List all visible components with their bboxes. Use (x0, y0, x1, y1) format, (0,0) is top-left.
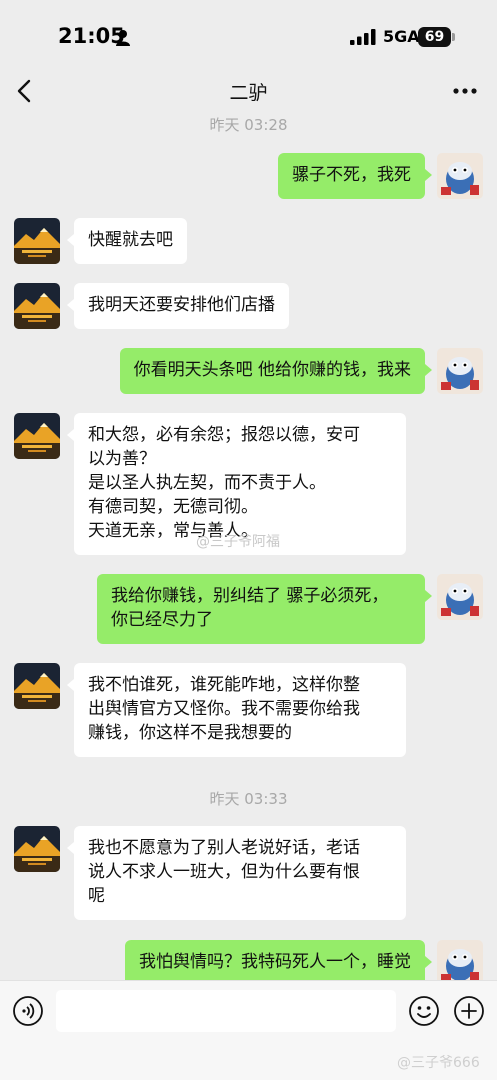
chevron-left-icon[interactable] (14, 78, 36, 104)
self-avatar-image (437, 574, 483, 620)
more-dots-icon[interactable] (452, 78, 478, 104)
incoming-message[interactable]: 我明天还要安排他们店播 (67, 283, 289, 329)
self-avatar[interactable] (437, 153, 483, 199)
incoming-message[interactable]: 我也不愿意为了别人老说好话，老话 说人不求人一班大，但为什么要有恨 呢 (67, 826, 406, 920)
contact-avatar-image (14, 663, 60, 709)
self-avatar[interactable] (437, 574, 483, 620)
contact-avatar-image (14, 413, 60, 459)
contact-avatar[interactable] (14, 283, 60, 329)
battery-icon: 69 (418, 27, 451, 47)
message-timestamp: 昨天 03:33 (209, 790, 288, 808)
contact-avatar-image (14, 826, 60, 872)
outgoing-message[interactable]: 我给你赚钱，别纠结了 骡子必须死， 你已经尽力了 (97, 574, 432, 644)
self-avatar-image (437, 348, 483, 394)
outgoing-message[interactable]: 你看明天头条吧 他给你赚的钱，我来 (119, 348, 433, 394)
chat-title: 二驴 (229, 82, 268, 104)
status-bar: 21:05 5GA 69 (0, 0, 497, 70)
watermark: @三子爷666 (397, 1055, 480, 1071)
emoji-icon[interactable] (408, 995, 440, 1027)
outgoing-message[interactable]: 我怕舆情吗？我特码死人一个，睡觉 (125, 940, 432, 980)
network-label: 5GA (383, 27, 420, 46)
self-avatar-image (437, 153, 483, 199)
incoming-message[interactable]: 快醒就去吧 (67, 218, 187, 264)
contact-avatar[interactable] (14, 413, 60, 459)
nav-bar: 二驴 (0, 70, 497, 114)
incoming-message[interactable]: 我不怕谁死，谁死能咋地，这样你整 出舆情官方又怪你。我不需要你给我 赚钱，你这样… (67, 663, 406, 757)
voice-icon[interactable] (12, 995, 44, 1027)
contact-avatar[interactable] (14, 663, 60, 709)
person-icon (116, 30, 130, 46)
self-avatar-image (437, 940, 483, 980)
contact-avatar-image (14, 218, 60, 264)
contact-avatar[interactable] (14, 218, 60, 264)
message-timestamp: 昨天 03:28 (209, 116, 288, 134)
contact-avatar-image (14, 283, 60, 329)
signal-icon (350, 29, 376, 45)
outgoing-message[interactable]: 骡子不死，我死 (278, 153, 432, 199)
self-avatar[interactable] (437, 348, 483, 394)
message-input[interactable] (56, 990, 396, 1032)
contact-avatar[interactable] (14, 826, 60, 872)
plus-icon[interactable] (453, 995, 485, 1027)
self-avatar[interactable] (437, 940, 483, 980)
watermark: @三子爷阿福 (196, 534, 280, 550)
battery-nub (452, 33, 455, 41)
